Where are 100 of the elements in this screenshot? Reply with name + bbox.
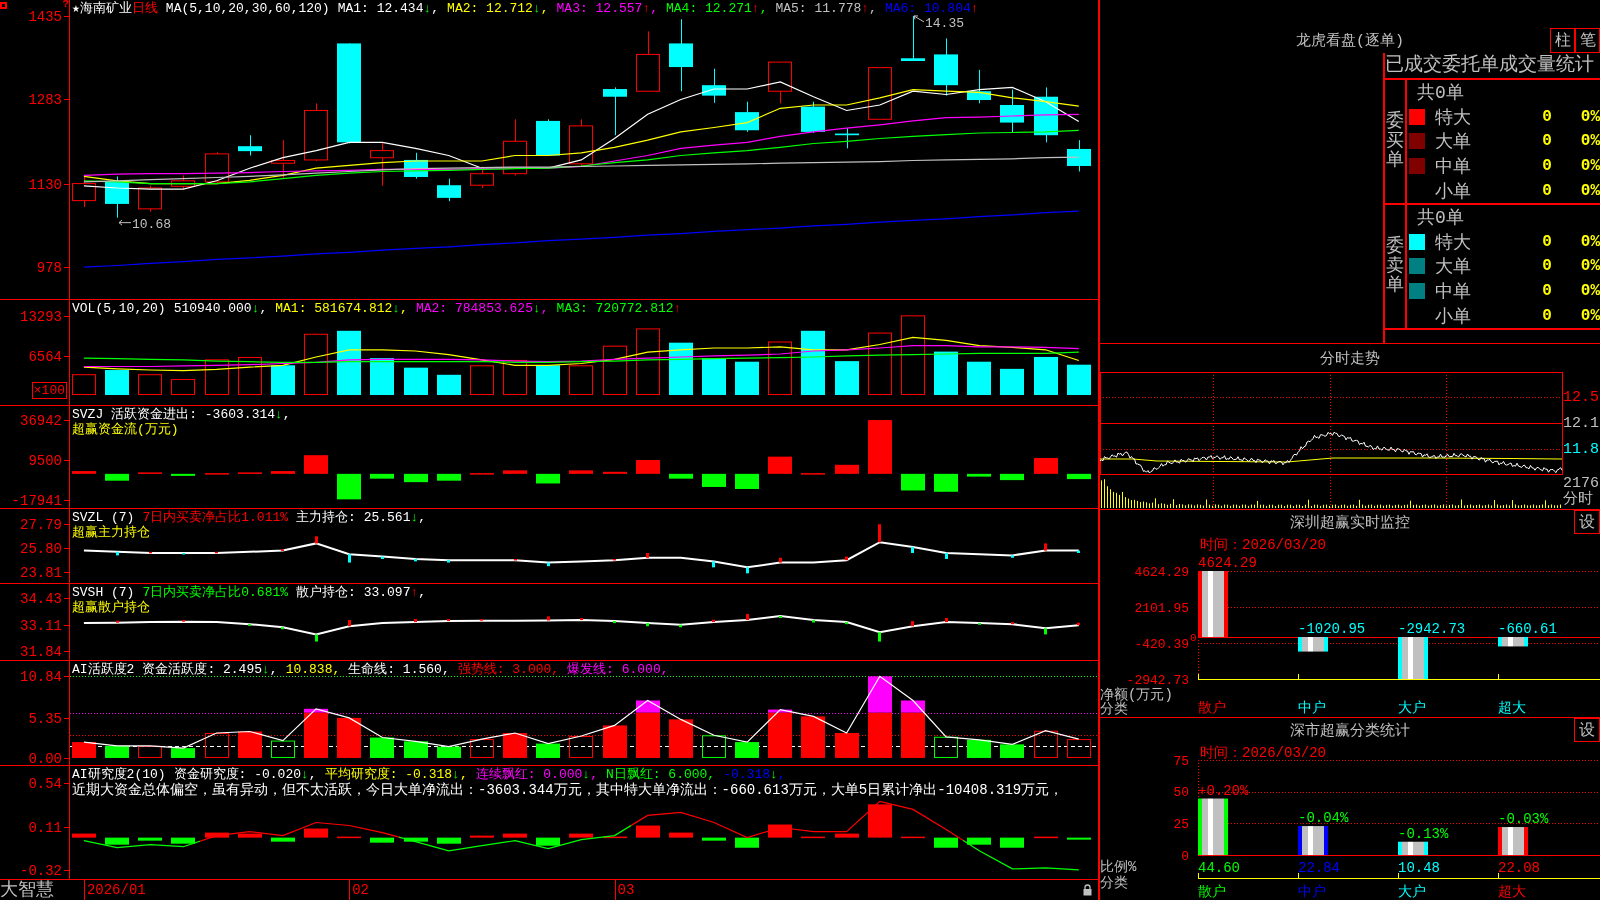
bar xyxy=(1034,730,1058,758)
bar xyxy=(105,370,129,396)
bar xyxy=(1034,457,1058,474)
axis-label: 5.35 xyxy=(28,710,62,727)
bar xyxy=(746,567,749,574)
bar xyxy=(1067,837,1091,840)
bar xyxy=(536,743,560,758)
bar xyxy=(646,623,649,627)
bar xyxy=(669,473,693,479)
bar xyxy=(901,712,925,758)
lock-icon[interactable] xyxy=(1083,884,1092,896)
bar xyxy=(735,837,759,848)
change-label: -0.13% xyxy=(1398,825,1449,842)
bar xyxy=(437,837,461,844)
bar xyxy=(271,365,295,396)
bar xyxy=(271,740,295,758)
candlestick xyxy=(238,134,262,157)
bar xyxy=(735,742,759,758)
indicator-value: 资金活跃度: 2.495↓, xyxy=(142,662,278,677)
bar xyxy=(315,536,318,544)
axis-label: 2101.95 xyxy=(1134,600,1189,616)
bar xyxy=(603,471,627,474)
candlestick xyxy=(636,30,660,92)
order-count: 0 xyxy=(1542,181,1552,200)
bar xyxy=(868,804,892,838)
order-share: 0% xyxy=(1580,157,1600,176)
axis-label: 0.54 xyxy=(28,776,62,793)
indicator-value: 爆发线: 6.000, xyxy=(567,662,669,677)
help-mark[interactable]: ? xyxy=(62,0,69,10)
bar xyxy=(370,473,394,479)
order-count: 0 xyxy=(1542,282,1552,301)
group-label: 委买单 xyxy=(1386,111,1404,172)
bar xyxy=(702,735,726,758)
bar xyxy=(304,333,328,396)
bar xyxy=(845,622,848,625)
axis-label: 33.11 xyxy=(20,617,62,634)
bar xyxy=(447,560,450,563)
bar xyxy=(646,552,649,558)
bar xyxy=(437,473,461,481)
size-label: 大单 xyxy=(1435,256,1471,279)
bar xyxy=(470,365,494,396)
bar xyxy=(967,473,991,477)
view-button[interactable]: 柱 xyxy=(1550,28,1575,53)
axis-label: 978 xyxy=(36,260,62,277)
bar xyxy=(536,837,560,846)
reference-label: 0 xyxy=(1190,632,1197,644)
bar xyxy=(1398,841,1428,855)
bar xyxy=(370,737,394,758)
bar xyxy=(271,837,295,842)
timestamp: 时间：2026/03/20 xyxy=(1200,537,1326,553)
bar xyxy=(404,741,428,758)
bar xyxy=(636,712,660,758)
price-extreme-label: 10.68 xyxy=(118,216,171,232)
view-button[interactable]: 笔 xyxy=(1575,28,1600,53)
bar xyxy=(1498,827,1528,855)
indicator-value: 散户持仓: 33.097↑, xyxy=(296,585,427,600)
axis-label: 0.11 xyxy=(28,819,62,836)
size-label: 小单 xyxy=(1435,305,1471,328)
bar xyxy=(72,374,96,396)
settings-button[interactable]: 设 xyxy=(1574,718,1600,742)
section-title: 分时走势 xyxy=(1320,349,1380,368)
order-share: 0% xyxy=(1580,257,1600,276)
section-title: 深圳超赢实时监控 xyxy=(1290,513,1410,532)
bar xyxy=(945,552,948,559)
order-count: 0 xyxy=(1542,306,1552,325)
change-label: -0.03% xyxy=(1498,811,1549,828)
bar xyxy=(1067,473,1091,480)
indicator-value: 510940.000↓, xyxy=(173,301,268,316)
bar xyxy=(337,473,361,500)
bar xyxy=(967,837,991,845)
bar xyxy=(878,524,881,543)
bar xyxy=(404,367,428,396)
value-label: 10.48 xyxy=(1398,860,1440,876)
axis-label: 0.00 xyxy=(28,750,62,765)
unit-label: ×100 xyxy=(31,382,67,399)
settings-button[interactable]: 设 xyxy=(1574,510,1600,534)
bar xyxy=(138,374,162,396)
order-share: 0% xyxy=(1580,306,1600,325)
indicator-value: MA3: 12.557↑, xyxy=(556,1,658,16)
indicator-value: -0.318↓, xyxy=(723,767,786,782)
indicator-value: MA(5,10,20,30,60,120) xyxy=(165,1,330,16)
bar xyxy=(702,837,726,841)
annotation: 14.35 xyxy=(925,15,965,31)
value-label: 22.08 xyxy=(1498,860,1540,876)
order-share: 0% xyxy=(1580,132,1600,151)
annotation: 10.68 xyxy=(132,216,172,232)
bar xyxy=(414,619,417,623)
size-label: 大单 xyxy=(1435,131,1471,154)
axis-label: 10.84 xyxy=(20,669,62,685)
category-label: 超大 xyxy=(1498,884,1526,900)
bar xyxy=(470,835,494,838)
chart-title: AI研究度2(10) xyxy=(72,767,166,782)
bar xyxy=(636,328,660,396)
bar xyxy=(1011,622,1014,625)
bar xyxy=(580,618,583,621)
price-extreme-label: 14.35 xyxy=(913,15,964,31)
indicator-value: 强势线: 3.000, xyxy=(457,662,560,677)
order-count: 0 xyxy=(1542,257,1552,276)
date-label: 2026/01 xyxy=(83,880,146,900)
bar xyxy=(669,342,693,396)
